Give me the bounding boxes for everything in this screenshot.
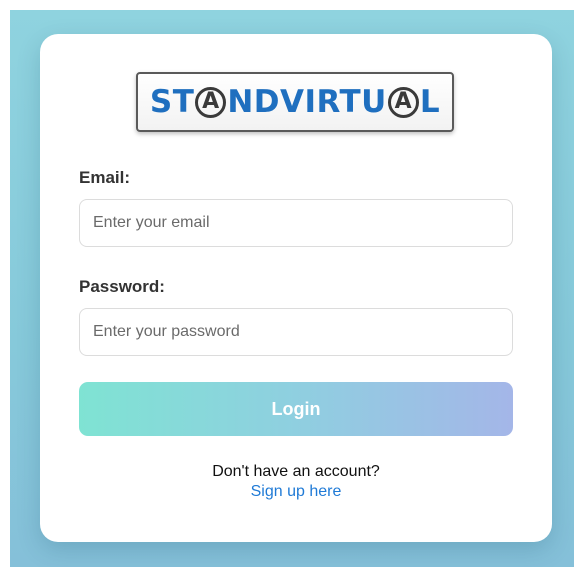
logo-part-ndvirtu: NDVIRTU: [227, 84, 387, 120]
signup-link[interactable]: Sign up here: [251, 482, 342, 502]
brand-logo-text: ST A NDVIRTU A L: [150, 84, 440, 120]
email-label: Email:: [79, 168, 131, 187]
logo-part-st: ST: [149, 84, 195, 120]
signup-section: Don't have an account? Sign up here: [40, 462, 552, 502]
login-button[interactable]: Login: [79, 382, 513, 436]
login-card: ST A NDVIRTU A L Email: Password: Login …: [40, 34, 552, 542]
password-field[interactable]: [79, 308, 513, 356]
logo-part-l: L: [419, 84, 441, 120]
email-field[interactable]: [79, 199, 513, 247]
password-label: Password:: [79, 277, 165, 296]
window-left-edge: [0, 0, 10, 567]
logo-ring-a-icon: A: [195, 86, 227, 118]
brand-logo: ST A NDVIRTU A L: [136, 72, 454, 132]
window-top-edge: [0, 0, 574, 10]
signup-prompt: Don't have an account?: [212, 463, 380, 480]
logo-ring-a-icon-2: A: [387, 86, 419, 118]
